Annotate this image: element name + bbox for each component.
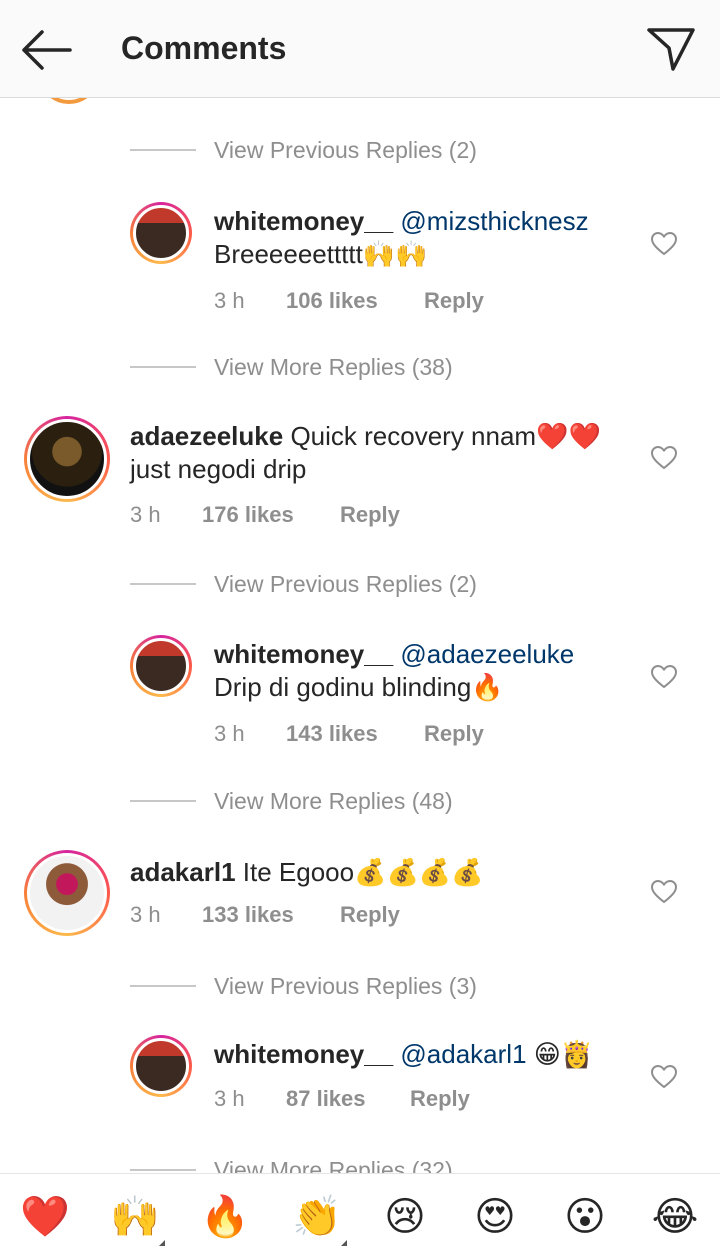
avatar[interactable] [130, 1035, 192, 1097]
likes-count[interactable]: 106 likes [286, 288, 424, 314]
emoji-clapping-hands[interactable]: 👏 [289, 1194, 347, 1246]
divider [130, 1169, 196, 1171]
comment-meta: 3 h 87 likes Reply [214, 1086, 470, 1112]
heart-icon[interactable] [651, 880, 677, 904]
emoji-surprised-face[interactable]: 😮 [557, 1194, 613, 1240]
avatar[interactable] [24, 416, 110, 502]
view-previous-replies[interactable]: View Previous Replies (2) [130, 130, 477, 170]
username[interactable]: whitemoney__ [214, 206, 393, 236]
avatar[interactable] [24, 850, 110, 936]
variant-indicator [159, 1240, 165, 1246]
top-bar: Comments [0, 0, 720, 98]
heart-icon[interactable] [651, 446, 677, 470]
view-more-replies[interactable]: View More Replies (38) [130, 347, 453, 387]
emoji-reaction-bar: ❤️ 🙌 🔥 👏 😢 😍 😮 😂 [0, 1173, 720, 1255]
emoji-heart[interactable]: ❤️ [17, 1194, 73, 1240]
timestamp: 3 h [214, 1086, 245, 1111]
divider [130, 149, 196, 151]
comment-text: Drip di godinu blinding🔥 [214, 672, 504, 702]
comment-text: Breeeeeettttt🙌🙌 [214, 239, 428, 269]
direct-message-button[interactable] [643, 24, 699, 74]
comment-text: 😁👸 [533, 1039, 594, 1069]
username[interactable]: adaezeeluke [130, 421, 283, 451]
likes-count[interactable]: 133 likes [202, 902, 340, 928]
comment-meta: 3 h 143 likes Reply [214, 721, 484, 747]
variant-indicator [341, 1240, 347, 1246]
avatar[interactable] [38, 98, 100, 104]
reply-button[interactable]: Reply [424, 288, 484, 314]
likes-count[interactable]: 143 likes [286, 721, 424, 747]
heart-icon[interactable] [651, 232, 677, 256]
emoji-fire[interactable]: 🔥 [197, 1194, 253, 1240]
view-previous-replies[interactable]: View Previous Replies (3) [130, 966, 477, 1006]
comment-meta: 3 h 176 likes Reply [130, 502, 400, 528]
username[interactable]: whitemoney__ [214, 1039, 393, 1069]
avatar[interactable] [130, 202, 192, 264]
paper-plane-icon [647, 28, 695, 71]
timestamp: 3 h [214, 721, 245, 746]
timestamp: 3 h [214, 288, 245, 313]
view-more-replies[interactable]: View More Replies (48) [130, 781, 453, 821]
comment-meta: 3 h 133 likes Reply [130, 902, 400, 928]
emoji-raising-hands[interactable]: 🙌 [107, 1194, 165, 1246]
divider [130, 800, 196, 802]
avatar[interactable] [130, 635, 192, 697]
mention-link[interactable]: @adaezeeluke [400, 639, 574, 669]
heart-icon[interactable] [651, 1065, 677, 1089]
username[interactable]: whitemoney__ [214, 639, 393, 669]
divider [130, 985, 196, 987]
arrow-left-icon [22, 30, 72, 70]
comment-text: Quick recovery nnam❤️❤️ [290, 421, 601, 451]
reply-button[interactable]: Reply [410, 1086, 470, 1112]
back-button[interactable] [18, 26, 78, 74]
timestamp: 3 h [130, 502, 161, 527]
divider [130, 583, 196, 585]
reply-button[interactable]: Reply [340, 502, 400, 528]
username[interactable]: adakarl1 [130, 857, 236, 887]
heart-icon[interactable] [651, 665, 677, 689]
comment-text-cont: just negodi drip [130, 454, 307, 484]
emoji-heart-eyes[interactable]: 😍 [467, 1194, 523, 1240]
divider [130, 366, 196, 368]
emoji-crying-face[interactable]: 😢 [377, 1194, 433, 1240]
comment-meta: 3 h 106 likes Reply [214, 288, 484, 314]
mention-link[interactable]: @mizsthicknesz [400, 206, 588, 236]
reply-button[interactable]: Reply [424, 721, 484, 747]
reply-button[interactable]: Reply [340, 902, 400, 928]
emoji-laughing-tears[interactable]: 😂 [647, 1194, 703, 1240]
page-title: Comments [121, 30, 287, 66]
likes-count[interactable]: 176 likes [202, 502, 340, 528]
timestamp: 3 h [130, 902, 161, 927]
view-previous-replies[interactable]: View Previous Replies (2) [130, 564, 477, 604]
comments-list[interactable]: View Previous Replies (2) whitemoney__ @… [0, 98, 720, 1173]
likes-count[interactable]: 87 likes [286, 1086, 410, 1112]
comment-text: Ite Egooo💰💰💰💰 [242, 857, 484, 887]
view-more-replies[interactable]: View More Replies (32) [130, 1150, 453, 1173]
mention-link[interactable]: @adakarl1 [400, 1039, 526, 1069]
